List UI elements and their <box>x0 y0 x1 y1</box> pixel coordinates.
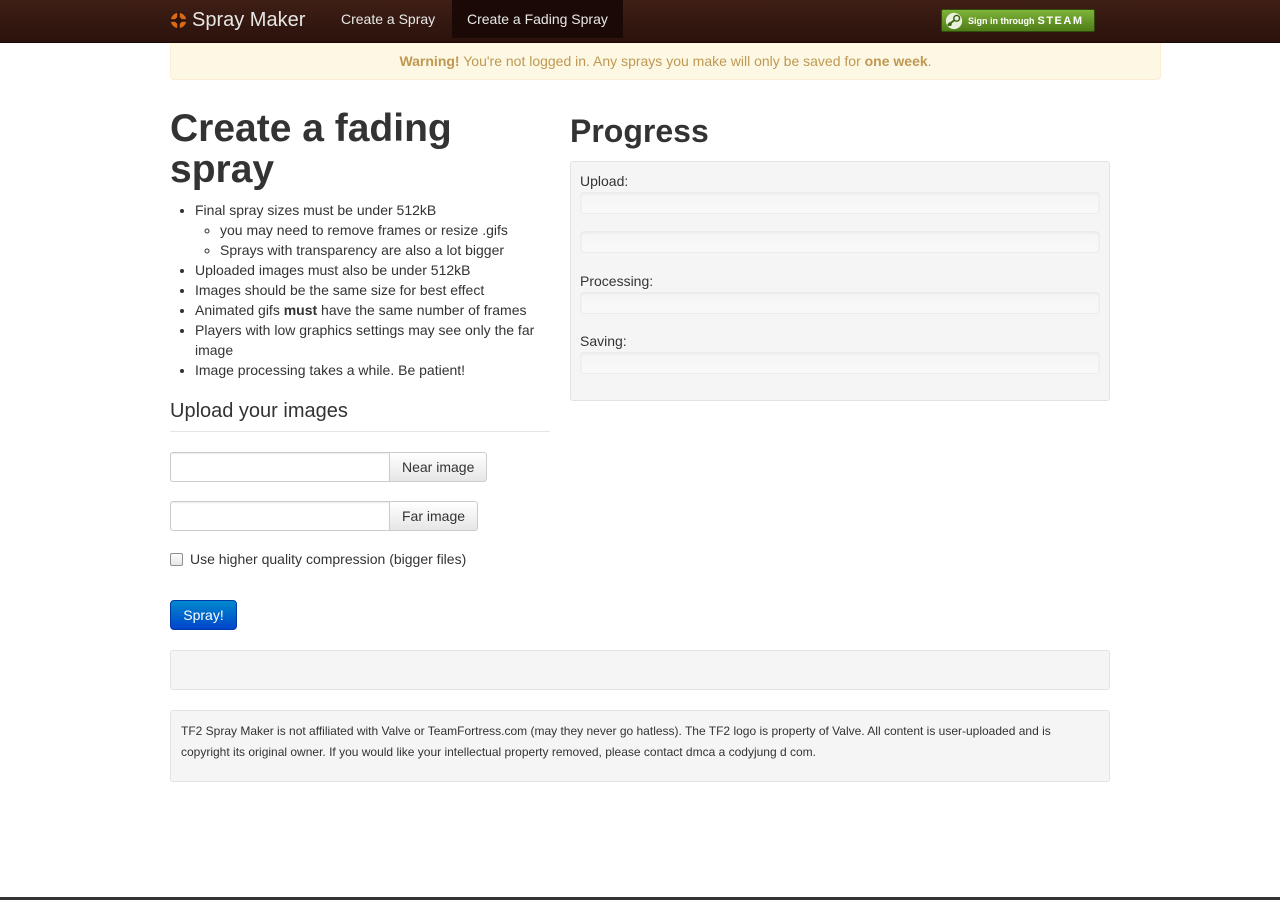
nav-create-spray[interactable]: Create a Spray <box>326 0 450 38</box>
rule-text: have the same number of frames <box>317 302 527 318</box>
spray-button[interactable]: Spray! <box>170 600 237 630</box>
far-image-picker: Far image <box>170 501 479 531</box>
processing-label: Processing: <box>580 273 654 289</box>
compression-label: Use higher quality compression (bigger f… <box>190 551 467 567</box>
nav-create-fading-spray[interactable]: Create a Fading Spray <box>452 0 623 38</box>
warning-end: . <box>927 53 932 69</box>
compression-checkbox[interactable] <box>170 552 183 566</box>
rule-text: Final spray sizes must be under 512kB <box>195 202 437 218</box>
near-image-picker: Near image <box>170 452 488 482</box>
rule-subitem: you may need to remove frames or resize … <box>220 220 575 240</box>
warning-emphasis: one week <box>864 53 928 69</box>
upload-label: Upload: <box>580 173 629 189</box>
brand-link[interactable]: Spray Maker <box>170 0 305 40</box>
saving-progress-bar <box>580 352 1100 374</box>
progress-title: Progress <box>570 113 709 149</box>
tf2-logo-icon <box>170 11 187 29</box>
rule-item: Image processing takes a while. Be patie… <box>195 360 575 380</box>
upload-progress-bar <box>580 192 1100 214</box>
warning-strong: Warning! <box>399 53 460 69</box>
warning-text: You're not logged in. Any sprays you mak… <box>459 53 865 69</box>
rule-item: Animated gifs must have the same number … <box>195 300 575 320</box>
near-image-button[interactable]: Near image <box>389 452 488 482</box>
page-title: Create a fading spray <box>170 107 452 191</box>
near-image-input[interactable] <box>170 452 389 482</box>
steam-sign-in-button[interactable]: Sign in through STEAM <box>941 9 1095 32</box>
saving-label: Saving: <box>580 333 627 349</box>
rule-item: Uploaded images must also be under 512kB <box>195 260 575 280</box>
upload-progress-bar-secondary <box>580 231 1100 253</box>
rule-item: Players with low graphics settings may s… <box>195 320 575 360</box>
far-image-button[interactable]: Far image <box>389 501 479 531</box>
compression-option[interactable]: Use higher quality compression (bigger f… <box>170 551 466 567</box>
upload-heading: Upload your images <box>170 398 550 432</box>
rules-list: Final spray sizes must be under 512kB yo… <box>170 200 575 380</box>
steam-prefix: Sign in through <box>968 15 1035 26</box>
footer-disclaimer: TF2 Spray Maker is not affiliated with V… <box>170 710 1110 782</box>
steam-sign-in-label: Sign in through STEAM <box>968 15 1084 27</box>
rule-emphasis: must <box>283 302 318 318</box>
login-warning: Warning! You're not logged in. Any spray… <box>170 43 1161 80</box>
rule-item: Final spray sizes must be under 512kB yo… <box>195 200 575 260</box>
navbar: Spray Maker Create a Spray Create a Fadi… <box>0 0 1280 43</box>
result-area <box>170 650 1110 690</box>
brand-name: Spray Maker <box>192 8 306 31</box>
rule-text: Animated gifs <box>195 302 284 318</box>
progress-panel: Upload: Processing: Saving: <box>570 161 1110 401</box>
steam-word: STEAM <box>1037 14 1084 27</box>
rule-sublist: you may need to remove frames or resize … <box>195 220 575 260</box>
rule-subitem: Sprays with transparency are also a lot … <box>220 240 575 260</box>
far-image-input[interactable] <box>170 501 389 531</box>
steam-logo-icon <box>945 12 963 29</box>
rule-item: Images should be the same size for best … <box>195 280 575 300</box>
processing-progress-bar <box>580 292 1100 314</box>
